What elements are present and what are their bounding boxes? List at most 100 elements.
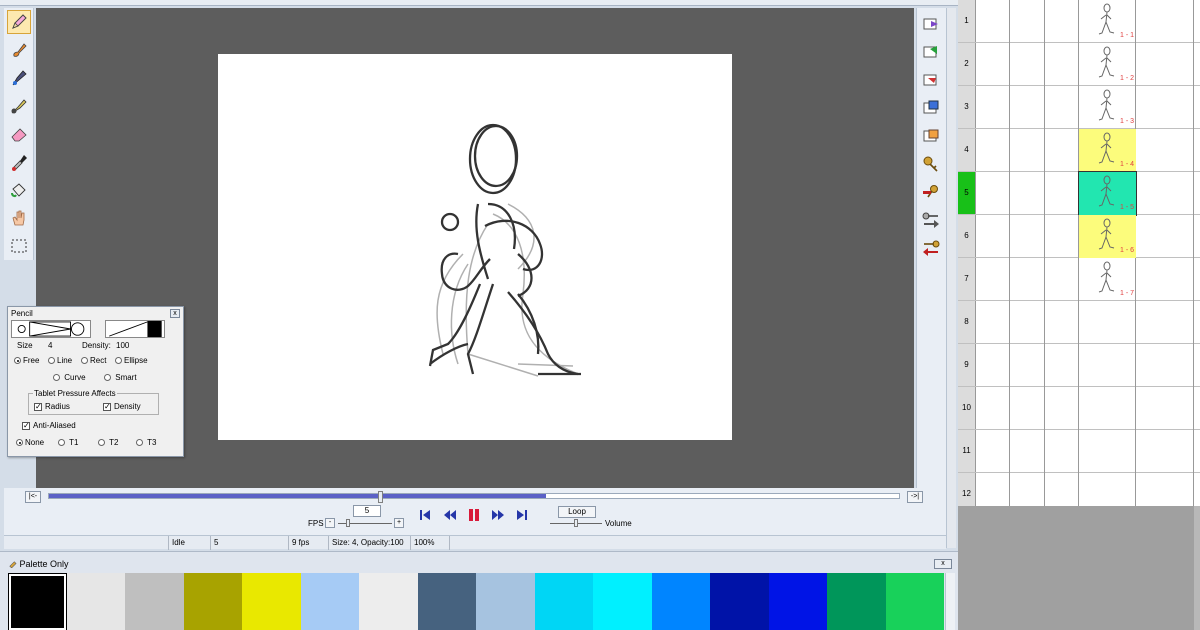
xsheet-cell[interactable] <box>1045 387 1079 430</box>
fps-increase-button[interactable]: + <box>394 518 404 528</box>
xsheet-row[interactable]: 11 <box>958 430 1200 473</box>
xsheet-cell[interactable] <box>1010 301 1045 344</box>
texture-t3-radio[interactable]: T3 <box>136 438 156 447</box>
xsheet-cell[interactable] <box>1136 301 1194 344</box>
xsheet-cell[interactable] <box>1136 430 1194 473</box>
timeline-thumb[interactable] <box>377 491 383 503</box>
keys-button[interactable] <box>919 152 943 176</box>
frame-number[interactable]: 4 <box>958 129 976 171</box>
frame-number[interactable]: 8 <box>958 301 976 343</box>
color-swatch[interactable] <box>710 573 769 630</box>
frame-number[interactable]: 10 <box>958 387 976 429</box>
xsheet-cell[interactable] <box>976 215 1010 258</box>
xsheet-cell[interactable] <box>976 430 1010 473</box>
xsheet-row[interactable]: 2 1 - 2 <box>958 43 1200 86</box>
xsheet-cell[interactable] <box>976 129 1010 172</box>
xsheet-cell[interactable] <box>1136 43 1194 86</box>
mode-ellipse-radio[interactable]: Ellipse <box>115 356 148 365</box>
palette-scrollbar[interactable] <box>945 573 955 630</box>
color-swatch[interactable] <box>476 573 535 630</box>
anti-aliased-checkbox[interactable]: ✓ Anti-Aliased <box>22 421 76 430</box>
xsheet-cell[interactable] <box>1010 0 1045 43</box>
frame-number[interactable]: 6 <box>958 215 976 257</box>
texture-t1-radio[interactable]: T1 <box>58 438 78 447</box>
pressure-density-checkbox[interactable]: ✓ Density <box>103 402 141 411</box>
drawing-paper[interactable] <box>218 54 732 440</box>
size-preview[interactable] <box>11 320 91 338</box>
xsheet-row[interactable]: 6 1 - 6 <box>958 215 1200 258</box>
xsheet-row[interactable]: 3 1 - 3 <box>958 86 1200 129</box>
xsheet-scrollbar[interactable] <box>1194 506 1200 630</box>
color-swatch[interactable] <box>125 573 184 630</box>
xsheet-cell[interactable] <box>1045 301 1079 344</box>
xsheet-cell[interactable] <box>1136 387 1194 430</box>
xsheet-cell[interactable] <box>1136 86 1194 129</box>
copy-frame-button[interactable] <box>919 96 943 120</box>
xsheet-cell[interactable] <box>1045 0 1079 43</box>
color-swatch[interactable] <box>242 573 301 630</box>
xsheet-cell[interactable] <box>1136 172 1194 215</box>
frame-number[interactable]: 7 <box>958 258 976 300</box>
xsheet-row[interactable]: 7 1 - 7 <box>958 258 1200 301</box>
xsheet-cell[interactable] <box>1010 430 1045 473</box>
mode-curve-radio[interactable]: Curve <box>53 373 86 382</box>
volume-slider-thumb[interactable] <box>574 519 578 527</box>
fps-decrease-button[interactable]: - <box>325 518 335 528</box>
timeline-slider[interactable] <box>48 491 900 503</box>
texture-t2-radio[interactable]: T2 <box>98 438 118 447</box>
xsheet-cell[interactable] <box>1045 430 1079 473</box>
mode-smart-radio[interactable]: Smart <box>104 373 137 382</box>
frame-thumbnail-cell[interactable]: 1 - 2 <box>1079 43 1136 86</box>
frame-thumbnail-cell[interactable]: 1 - 5 <box>1078 171 1137 216</box>
color-swatch[interactable] <box>593 573 652 630</box>
eraser-tool-button[interactable] <box>7 122 31 146</box>
frame-thumbnail-cell[interactable] <box>1079 344 1136 387</box>
frame-thumbnail-cell[interactable]: 1 - 3 <box>1079 86 1136 129</box>
xsheet-cell[interactable] <box>976 43 1010 86</box>
xsheet-cell[interactable] <box>1010 172 1045 215</box>
frame-number[interactable]: 9 <box>958 344 976 386</box>
select-tool-button[interactable] <box>7 234 31 258</box>
insert-frame-button[interactable] <box>919 40 943 64</box>
xsheet-cell[interactable] <box>1136 344 1194 387</box>
flip-frame-button[interactable] <box>919 68 943 92</box>
paste-frame-button[interactable] <box>919 124 943 148</box>
frame-number[interactable]: 3 <box>958 86 976 128</box>
fast-forward-button[interactable] <box>490 507 506 523</box>
go-end-button[interactable]: ->| <box>907 491 923 503</box>
last-frame-button[interactable] <box>514 507 530 523</box>
key-remove-button[interactable] <box>919 180 943 204</box>
xsheet-cell[interactable] <box>1010 215 1045 258</box>
xsheet-cell[interactable] <box>1136 0 1194 43</box>
frame-number[interactable]: 11 <box>958 430 976 472</box>
pencil-tool-button[interactable] <box>7 10 31 34</box>
xsheet-row[interactable]: 1 1 - 1 <box>958 0 1200 43</box>
frame-thumbnail-cell[interactable] <box>1079 430 1136 473</box>
color-swatch[interactable] <box>359 573 418 630</box>
frame-thumbnail-cell[interactable]: 1 - 1 <box>1079 0 1136 43</box>
pause-button[interactable] <box>466 507 482 523</box>
xsheet-cell[interactable] <box>976 258 1010 301</box>
xsheet-cell[interactable] <box>1010 387 1045 430</box>
color-swatch[interactable] <box>8 573 67 630</box>
xsheet-cell[interactable] <box>1010 129 1045 172</box>
fps-slider-thumb[interactable] <box>346 519 350 527</box>
loop-toggle[interactable]: Loop <box>558 506 596 518</box>
frame-thumbnail-cell[interactable]: 1 - 7 <box>1079 258 1136 301</box>
xsheet-cell[interactable] <box>1010 43 1045 86</box>
density-preview[interactable] <box>105 320 165 338</box>
next-frame-button[interactable] <box>919 12 943 36</box>
xsheet-cell[interactable] <box>1136 215 1194 258</box>
xsheet-cell[interactable] <box>1045 172 1079 215</box>
frame-number[interactable]: 5 <box>958 172 976 214</box>
xsheet-cell[interactable] <box>1045 43 1079 86</box>
xsheet-cell[interactable] <box>976 0 1010 43</box>
frame-number[interactable]: 2 <box>958 43 976 85</box>
panel-close-button[interactable]: x <box>170 309 180 318</box>
xsheet-cell[interactable] <box>1136 258 1194 301</box>
xsheet-row[interactable]: 9 <box>958 344 1200 387</box>
frame-thumbnail-cell[interactable]: 1 - 6 <box>1079 215 1136 258</box>
xsheet-cell[interactable] <box>976 86 1010 129</box>
airbrush-tool-button[interactable] <box>7 94 31 118</box>
frame-thumbnail-cell[interactable] <box>1079 387 1136 430</box>
